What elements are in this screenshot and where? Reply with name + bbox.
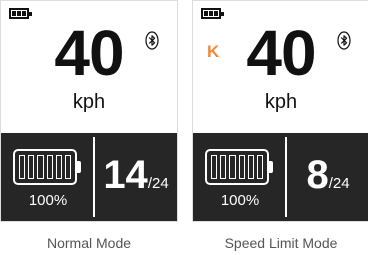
status-bar: 100% 14/24 — [1, 133, 177, 221]
caption-normal-mode: Normal Mode — [46, 235, 132, 251]
battery-level-icon — [205, 149, 273, 185]
assist-level: 14/24 — [99, 155, 173, 195]
display-normal-mode: 40 kph 100% 14/24 — [0, 0, 178, 222]
speed-unit: kph — [264, 91, 298, 113]
divider — [93, 137, 95, 217]
assist-level-max: /24 — [147, 175, 169, 192]
speed-unit: kph — [72, 91, 106, 113]
battery-percent: 100% — [220, 192, 260, 209]
divider — [285, 137, 287, 217]
speed-value: 40 — [246, 17, 316, 89]
assist-level-value: 14 — [103, 153, 148, 197]
assist-level-value: 8 — [306, 153, 329, 197]
speed-value: 40 — [54, 17, 124, 89]
battery-level-icon — [13, 149, 81, 185]
assist-level-max: /24 — [328, 175, 350, 192]
status-bar: 100% 8/24 — [193, 133, 368, 221]
assist-level: 8/24 — [291, 155, 365, 195]
display-speed-limit-mode: K 40 kph 100% 8/24 — [192, 0, 368, 222]
battery-icon — [201, 8, 224, 19]
battery-icon — [9, 8, 32, 19]
caption-speed-limit-mode: Speed Limit Mode — [224, 235, 338, 251]
battery-percent: 100% — [28, 192, 68, 209]
